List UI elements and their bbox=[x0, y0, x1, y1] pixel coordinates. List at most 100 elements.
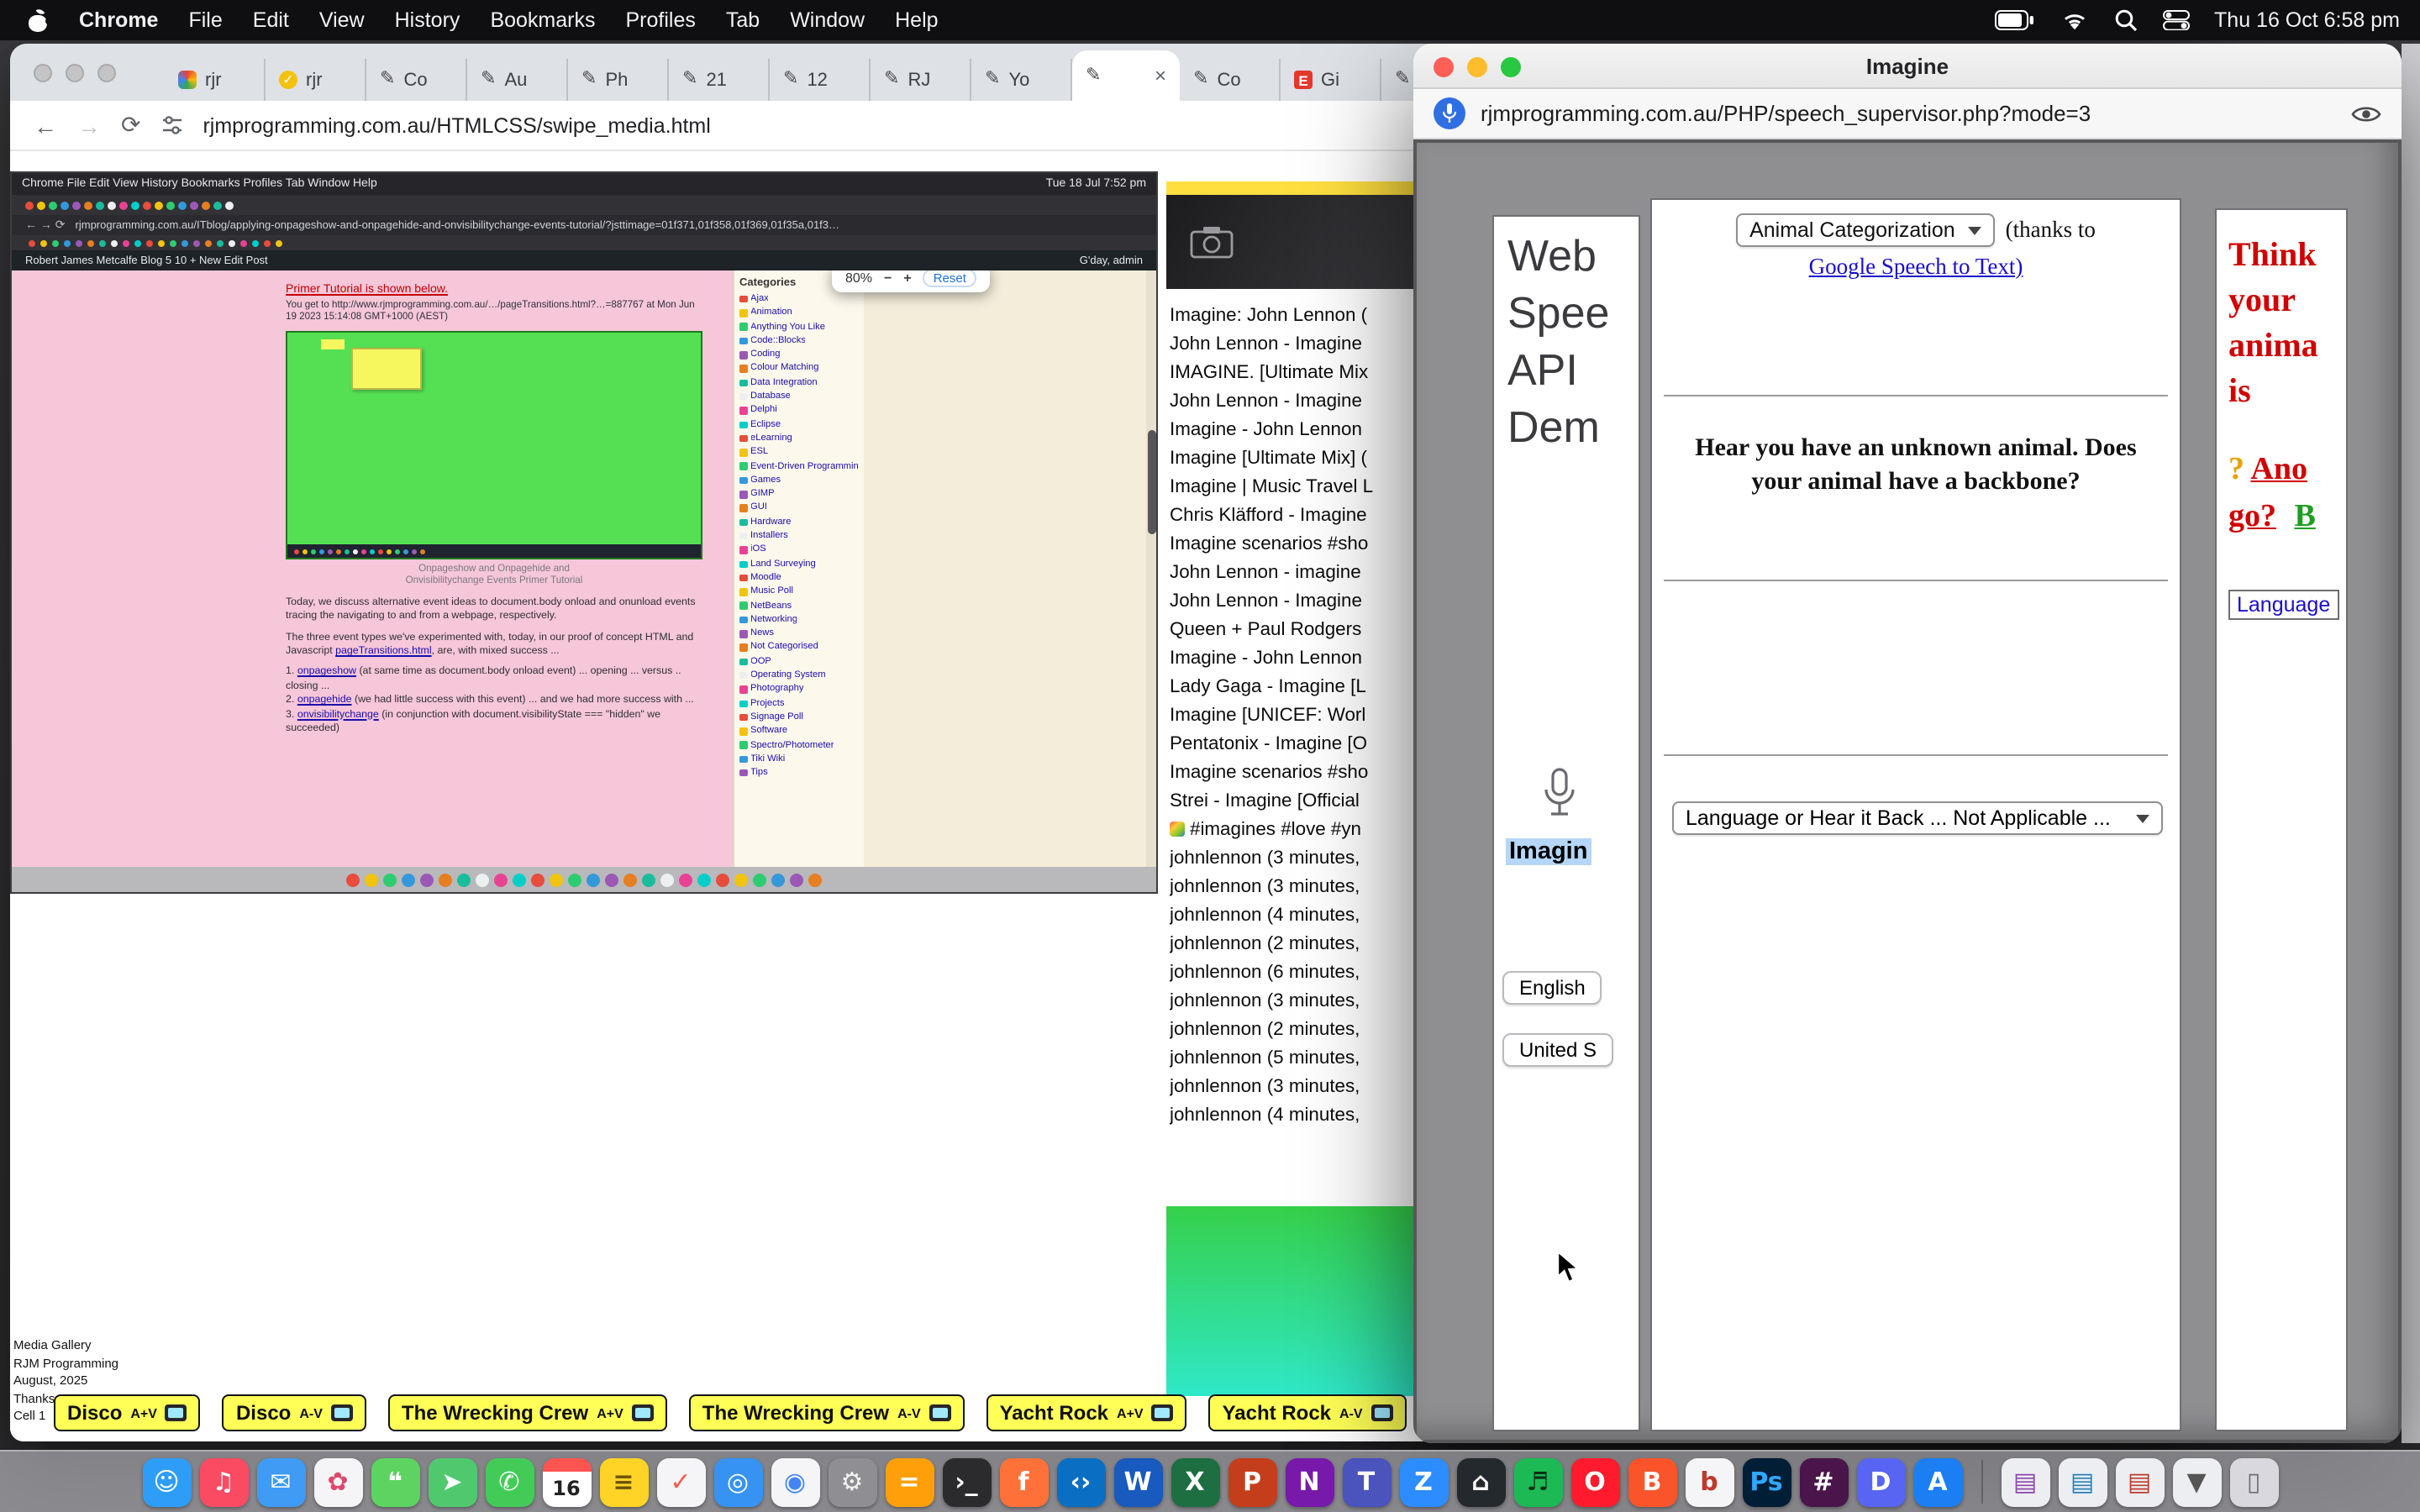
category-item[interactable]: Coding bbox=[739, 348, 859, 362]
dock-stack-docs-3[interactable]: ▤ bbox=[2115, 1457, 2164, 1506]
dock-calculator[interactable]: = bbox=[885, 1457, 934, 1506]
gradient-media-cell[interactable] bbox=[1166, 1206, 1413, 1396]
media-button-5[interactable]: Yacht RockA-V bbox=[1209, 1394, 1407, 1431]
category-item[interactable]: Spectro/Photometer bbox=[739, 738, 859, 753]
dock-opera[interactable]: O bbox=[1570, 1457, 1619, 1506]
video-link[interactable]: johnlennon (4 minutes, bbox=[1170, 1102, 1413, 1131]
imagine-address[interactable]: rjmprogramming.com.au/PHP/speech_supervi… bbox=[1481, 101, 2091, 126]
category-item[interactable]: Colour Matching bbox=[739, 362, 859, 376]
menu-item-help[interactable]: Help bbox=[880, 8, 953, 32]
battery-icon[interactable] bbox=[1994, 10, 2034, 30]
menu-item-view[interactable]: View bbox=[304, 8, 380, 32]
category-item[interactable]: eLearning bbox=[739, 432, 859, 446]
menu-item-profiles[interactable]: Profiles bbox=[611, 8, 711, 32]
another-go-link-2[interactable]: go? bbox=[2228, 499, 2276, 534]
language-link[interactable]: Language bbox=[2228, 590, 2338, 620]
video-link[interactable]: John Lennon - Imagine bbox=[1170, 388, 1413, 417]
dock-discord[interactable]: D bbox=[1856, 1457, 1905, 1506]
category-item[interactable]: Data Integration bbox=[739, 376, 859, 391]
category-item[interactable]: Land Surveying bbox=[739, 557, 859, 571]
video-link[interactable]: #imagines #love #yn bbox=[1170, 816, 1413, 845]
category-item[interactable]: Delphi bbox=[739, 404, 859, 418]
video-link[interactable]: johnlennon (2 minutes, bbox=[1170, 1016, 1413, 1045]
video-link[interactable]: johnlennon (4 minutes, bbox=[1170, 902, 1413, 931]
dock-word[interactable]: W bbox=[1113, 1457, 1162, 1506]
menu-item-file[interactable]: File bbox=[173, 8, 237, 32]
video-link[interactable]: Imagine - John Lennon bbox=[1170, 645, 1413, 674]
menu-item-bookmarks[interactable]: Bookmarks bbox=[475, 8, 610, 32]
category-item[interactable]: Photography bbox=[739, 683, 859, 697]
dock-calendar[interactable]: 16 bbox=[542, 1457, 591, 1506]
dock-appstore[interactable]: A bbox=[1913, 1457, 1962, 1506]
category-item[interactable]: Database bbox=[739, 390, 859, 404]
dock-firefox[interactable]: f bbox=[999, 1457, 1048, 1506]
address-bar[interactable]: rjmprogramming.com.au/HTMLCSS/swipe_medi… bbox=[203, 113, 710, 137]
dock-terminal[interactable]: ›_ bbox=[942, 1457, 991, 1506]
english-button[interactable]: English bbox=[1502, 971, 1602, 1005]
dock-vscode[interactable]: ‹› bbox=[1056, 1457, 1105, 1506]
category-item[interactable]: Moodle bbox=[739, 571, 859, 585]
category-item[interactable]: Networking bbox=[739, 613, 859, 627]
menu-item-edit[interactable]: Edit bbox=[238, 8, 304, 32]
category-item[interactable]: Eclipse bbox=[739, 417, 859, 432]
media-button-0[interactable]: DiscoA+V bbox=[54, 1394, 201, 1431]
video-link[interactable]: John Lennon - imagine bbox=[1170, 559, 1413, 588]
media-button-3[interactable]: The Wrecking CrewA-V bbox=[689, 1394, 965, 1431]
tab-11[interactable]: EGi bbox=[1281, 59, 1381, 101]
another-go-link[interactable]: Ano bbox=[2250, 452, 2307, 487]
tab-7[interactable]: ✎RJ bbox=[871, 59, 971, 101]
tab-close-icon[interactable]: × bbox=[1155, 64, 1166, 87]
tab-3[interactable]: ✎Au bbox=[467, 59, 568, 101]
dock-github[interactable]: ⌂ bbox=[1456, 1457, 1505, 1506]
dock-trash[interactable]: ▯ bbox=[2229, 1457, 2278, 1506]
united-states-button[interactable]: United S bbox=[1502, 1033, 1613, 1067]
tab-active[interactable]: ✎× bbox=[1072, 50, 1180, 101]
menu-item-history[interactable]: History bbox=[380, 8, 476, 32]
dock-messages[interactable]: ❝ bbox=[371, 1457, 419, 1506]
category-item[interactable]: OOP bbox=[739, 654, 859, 669]
menu-item-window[interactable]: Window bbox=[775, 8, 880, 32]
dock-zoom[interactable]: Z bbox=[1399, 1457, 1448, 1506]
tab-6[interactable]: ✎12 bbox=[770, 59, 871, 101]
menu-item-chrome[interactable]: Chrome bbox=[64, 8, 173, 32]
language-select[interactable]: Language or Hear it Back ... Not Applica… bbox=[1672, 801, 2163, 835]
category-item[interactable]: Software bbox=[739, 724, 859, 738]
video-link[interactable]: IMAGINE. [Ultimate Mix bbox=[1170, 360, 1413, 388]
video-link[interactable]: Queen + Paul Rodgers bbox=[1170, 617, 1413, 645]
dock-photoshop[interactable]: Ps bbox=[1742, 1457, 1791, 1506]
category-item[interactable]: Animation bbox=[739, 307, 859, 321]
dock-powerpoint[interactable]: P bbox=[1228, 1457, 1276, 1506]
category-item[interactable]: Tiki Wiki bbox=[739, 753, 859, 767]
category-item[interactable]: iOS bbox=[739, 543, 859, 558]
dock-downloads[interactable]: ▼ bbox=[2172, 1457, 2221, 1506]
video-link[interactable]: Imagine [UNICEF: Worl bbox=[1170, 702, 1413, 731]
dock-reminders[interactable]: ✓ bbox=[656, 1457, 705, 1506]
eye-icon[interactable] bbox=[2351, 103, 2381, 123]
video-link[interactable]: Chris Kläfford - Imagine bbox=[1170, 502, 1413, 531]
dock-facetime[interactable]: ✆ bbox=[485, 1457, 534, 1506]
control-center-icon[interactable] bbox=[2162, 10, 2189, 30]
site-info-icon[interactable] bbox=[160, 114, 182, 136]
dock-maps[interactable]: ➤ bbox=[428, 1457, 476, 1506]
video-link[interactable]: johnlennon (6 minutes, bbox=[1170, 959, 1413, 988]
video-link[interactable]: Lady Gaga - Imagine [L bbox=[1170, 674, 1413, 702]
dock-spotify[interactable]: ♬ bbox=[1513, 1457, 1562, 1506]
category-item[interactable]: Code::Blocks bbox=[739, 334, 859, 349]
video-link[interactable]: Imagine | Music Travel L bbox=[1170, 474, 1413, 502]
video-link[interactable]: johnlennon (3 minutes, bbox=[1170, 1074, 1413, 1102]
video-link[interactable]: John Lennon - Imagine bbox=[1170, 588, 1413, 617]
media-thumbnail[interactable] bbox=[1166, 195, 1413, 289]
back-icon[interactable]: ← bbox=[34, 112, 57, 139]
google-speech-link[interactable]: Google Speech to Text) bbox=[1652, 254, 2180, 281]
animal-category-select[interactable]: Animal Categorization bbox=[1736, 213, 1996, 247]
tab-0[interactable]: rjr bbox=[165, 59, 266, 101]
wifi-icon[interactable] bbox=[2060, 9, 2088, 31]
onpageshow-link[interactable]: onpageshow bbox=[297, 665, 356, 677]
tab-10[interactable]: ✎Co bbox=[1180, 59, 1281, 101]
category-item[interactable]: NetBeans bbox=[739, 599, 859, 613]
dock-settings[interactable]: ⚙ bbox=[828, 1457, 876, 1506]
media-button-2[interactable]: The Wrecking CrewA+V bbox=[388, 1394, 667, 1431]
video-link[interactable]: Imagine [Ultimate Mix] ( bbox=[1170, 445, 1413, 474]
category-item[interactable]: ESL bbox=[739, 446, 859, 460]
dock-photos[interactable]: ✿ bbox=[313, 1457, 362, 1506]
